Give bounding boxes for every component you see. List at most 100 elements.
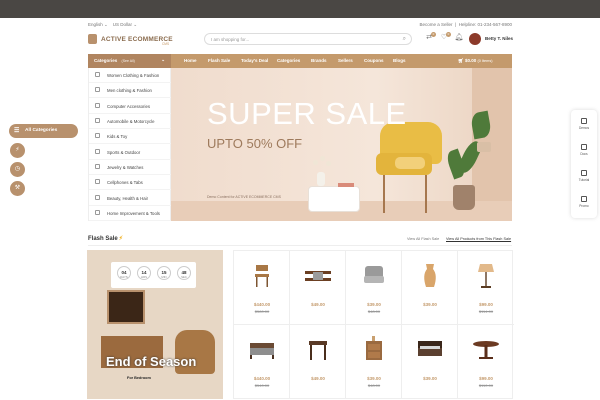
nav-home[interactable]: Home bbox=[184, 58, 197, 63]
categories-button[interactable]: Categories (See All) ⌄ bbox=[88, 54, 171, 68]
category-icon bbox=[95, 87, 100, 92]
product-card[interactable]: $49.00 bbox=[290, 251, 346, 325]
countdown-unit: DAYS bbox=[120, 275, 128, 279]
product-price: $39.00 bbox=[423, 376, 437, 381]
flash-icon[interactable]: ⚡︎ bbox=[10, 143, 25, 158]
product-card[interactable]: $440.00 $540.00 bbox=[234, 325, 290, 399]
nav-sellers[interactable]: Sellers bbox=[338, 58, 353, 63]
nav-brands[interactable]: Brands bbox=[311, 58, 327, 63]
countdown-days: 04 DAYS bbox=[117, 266, 131, 280]
view-all-products-link[interactable]: View All Products from This Flash Sale bbox=[446, 237, 511, 241]
category-label: Women Clothing & Fashion bbox=[107, 73, 160, 78]
countdown-seconds: 48 SEC bbox=[177, 266, 191, 280]
promo-button[interactable]: Promo bbox=[571, 196, 597, 208]
category-label: Men clothing & Fashion bbox=[107, 88, 152, 93]
product-bed-dark-image bbox=[418, 341, 442, 356]
cart-button[interactable]: 🛒︎ $0.00 (0 Items) bbox=[458, 58, 493, 64]
category-label: Computer Accessories bbox=[107, 104, 150, 109]
demos-button[interactable]: Demos bbox=[571, 118, 597, 130]
helpline-text: Helpline: 01-234-567-8900 bbox=[458, 22, 512, 27]
hero-flower bbox=[326, 161, 331, 166]
category-item[interactable]: Jewelry & Watches bbox=[89, 160, 172, 175]
top-bar: English ⌄ US Dollar ⌄ Become a Seller | … bbox=[0, 18, 600, 30]
category-item[interactable]: Computer Accessories bbox=[89, 99, 172, 114]
logo-icon bbox=[88, 34, 97, 44]
language-select[interactable]: English bbox=[88, 22, 103, 27]
category-item[interactable]: Kids & Toy bbox=[89, 129, 172, 144]
search-icon[interactable]: ⌕ bbox=[403, 36, 406, 43]
tutorial-button[interactable]: Tutorial bbox=[571, 170, 597, 182]
docs-label: Docs bbox=[580, 152, 588, 156]
hero-subtitle: UPTO 50% OFF bbox=[207, 136, 303, 151]
view-all-flash-sale-link[interactable]: View All Flash Sale bbox=[407, 237, 439, 241]
search-input[interactable]: I am shopping for... ⌕ bbox=[204, 33, 412, 45]
nav-coupons[interactable]: Coupons bbox=[364, 58, 384, 63]
video-icon bbox=[581, 170, 587, 176]
product-card[interactable]: $39.00 bbox=[402, 251, 458, 325]
category-label: Kids & Toy bbox=[107, 134, 128, 139]
promo-title: End of Season bbox=[106, 354, 197, 369]
demos-icon bbox=[581, 118, 587, 124]
product-card[interactable]: $99.00 $114.00 bbox=[458, 251, 514, 325]
currency-select[interactable]: US Dollar bbox=[113, 22, 132, 27]
gavel-icon[interactable]: ⚒ bbox=[10, 181, 25, 196]
category-item[interactable]: Beauty, Health & Hair bbox=[89, 191, 172, 206]
become-seller-link[interactable]: Become a Seller bbox=[420, 22, 453, 27]
category-item[interactable]: Home Improvement & Tools bbox=[89, 206, 172, 221]
see-all-link[interactable]: (See All) bbox=[122, 59, 135, 63]
user-name[interactable]: Betty T. Niles bbox=[485, 36, 513, 41]
category-item[interactable]: Women Clothing & Fashion bbox=[89, 68, 172, 83]
chevron-down-icon: ⌄ bbox=[161, 57, 165, 62]
category-item[interactable]: Cellphones & Tabs bbox=[89, 175, 172, 190]
product-card[interactable]: $39.00 $48.00 bbox=[346, 325, 402, 399]
product-old-price: $48.00 bbox=[367, 309, 381, 314]
all-categories-button[interactable]: ☰ All Categories bbox=[9, 124, 78, 138]
product-price: $99.00 bbox=[479, 302, 493, 307]
product-vase-image bbox=[424, 264, 436, 287]
countdown-timer: 04 DAYS 14 HRS 15 MIN 48 SEC bbox=[111, 262, 196, 288]
countdown-unit: HRS bbox=[141, 275, 147, 279]
cart-total: $0.00 bbox=[464, 58, 477, 63]
bell-icon[interactable]: 🔔︎ bbox=[454, 33, 464, 43]
category-item[interactable]: Sports & Outdoor bbox=[89, 145, 172, 160]
promo-label: Promo bbox=[579, 204, 589, 208]
promo-art-image bbox=[107, 290, 145, 324]
avatar[interactable] bbox=[469, 33, 481, 45]
category-item[interactable]: Men clothing & Fashion bbox=[89, 83, 172, 98]
product-card[interactable]: $39.00 $48.00 bbox=[346, 251, 402, 325]
nav-blogs[interactable]: Blogs bbox=[393, 58, 406, 63]
category-icon bbox=[95, 133, 100, 138]
flash-sale-title: Flash Sale⚡︎ bbox=[88, 235, 123, 242]
category-label: Beauty, Health & Hair bbox=[107, 196, 148, 201]
product-price: $49.00 bbox=[311, 302, 325, 307]
product-shelf-image bbox=[305, 271, 331, 281]
nav-flash-sale[interactable]: Flash Sale bbox=[208, 58, 230, 63]
wishlist-badge: 0 bbox=[446, 32, 451, 37]
demos-label: Demos bbox=[578, 126, 590, 130]
nav-categories[interactable]: Categories bbox=[277, 58, 300, 63]
compare-badge: 0 bbox=[431, 32, 436, 37]
countdown-hours: 14 HRS bbox=[137, 266, 151, 280]
search-placeholder: I am shopping for... bbox=[211, 37, 250, 42]
top-bar-right: Become a Seller | Helpline: 01-234-567-8… bbox=[419, 22, 513, 27]
countdown-unit: MIN bbox=[161, 275, 167, 279]
product-card[interactable]: $99.00 $110.00 bbox=[458, 325, 514, 399]
category-icon bbox=[95, 149, 100, 154]
site-logo[interactable]: ACTIVE ECOMMERCE CMS bbox=[88, 32, 173, 46]
hero-title: SUPER SALE bbox=[207, 96, 407, 131]
docs-button[interactable]: Docs bbox=[571, 144, 597, 156]
all-categories-label: All Categories bbox=[25, 128, 58, 133]
category-item[interactable]: Automobile & Motorcycle bbox=[89, 114, 172, 129]
promo-subtitle: For Bedroom bbox=[127, 376, 151, 380]
product-card[interactable]: $39.00 bbox=[402, 325, 458, 399]
nav-todays-deal[interactable]: Today's Deal bbox=[241, 58, 268, 63]
category-icon bbox=[95, 118, 100, 123]
promo-icon bbox=[581, 196, 587, 202]
product-card[interactable]: $440.00 $580.00 bbox=[234, 251, 290, 325]
product-card[interactable]: $49.00 bbox=[290, 325, 346, 399]
clock-icon[interactable]: ◷ bbox=[10, 162, 25, 177]
product-old-price: $580.00 bbox=[254, 309, 270, 314]
hero-plant-pot-image bbox=[453, 185, 475, 210]
bolt-icon: ⚡︎ bbox=[118, 236, 123, 242]
product-price: $39.00 bbox=[367, 376, 381, 381]
